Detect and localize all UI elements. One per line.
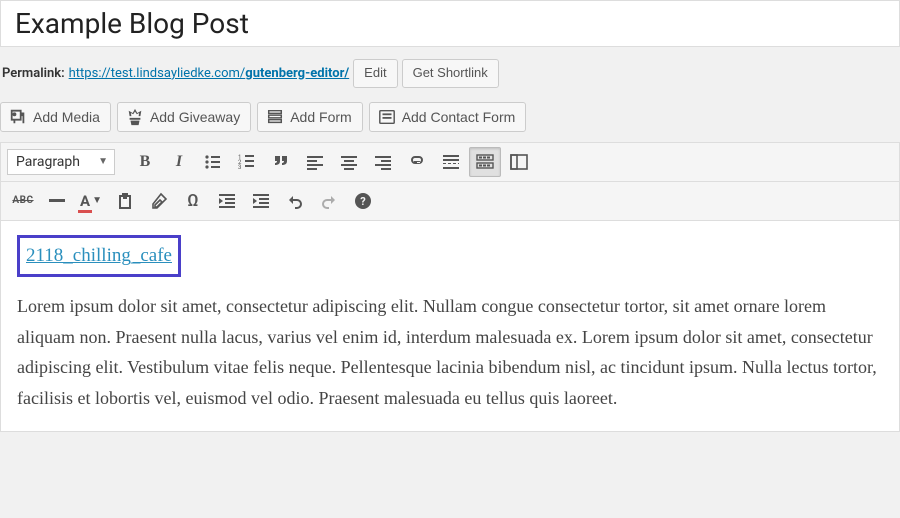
format-select[interactable]: Paragraph [7, 149, 115, 175]
undo-button[interactable] [279, 186, 311, 216]
strikethrough-button[interactable]: ABC [7, 186, 39, 216]
toolbar-toggle-icon [475, 152, 495, 172]
outdent-button[interactable] [211, 186, 243, 216]
edit-permalink-button[interactable]: Edit [353, 59, 397, 88]
redo-button[interactable] [313, 186, 345, 216]
align-center-icon [339, 152, 359, 172]
media-buttons-row: Add Media Add Giveaway Add Form Add Cont… [0, 102, 900, 142]
read-more-button[interactable] [435, 147, 467, 177]
svg-text:T: T [123, 199, 128, 207]
toolbar-toggle-button[interactable] [469, 147, 501, 177]
indent-icon [251, 191, 271, 211]
add-contact-form-button[interactable]: Add Contact Form [369, 102, 527, 132]
help-button[interactable]: ? [347, 186, 379, 216]
align-right-button[interactable] [367, 147, 399, 177]
align-left-icon [305, 152, 325, 172]
shortcode-link[interactable]: 2118_chilling_cafe [26, 245, 172, 266]
align-left-button[interactable] [299, 147, 331, 177]
svg-text:?: ? [360, 195, 366, 208]
quote-icon [271, 152, 291, 172]
link-button[interactable] [401, 147, 433, 177]
align-right-icon [373, 152, 393, 172]
clipboard-icon: T [115, 191, 135, 211]
add-media-button[interactable]: Add Media [0, 102, 111, 132]
permalink-link[interactable]: https://test.lindsayliedke.com/gutenberg… [69, 66, 350, 81]
permalink-label: Permalink: [2, 66, 65, 81]
redo-icon [319, 191, 339, 211]
permalink-row: Permalink: https://test.lindsayliedke.co… [0, 55, 900, 102]
numbered-list-button[interactable]: 123 [231, 147, 263, 177]
editor-panel: Paragraph B I 123 [0, 142, 900, 433]
media-icon [9, 108, 27, 126]
bold-button[interactable]: B [129, 147, 161, 177]
add-form-button[interactable]: Add Form [257, 102, 362, 132]
paste-text-button[interactable]: T [109, 186, 141, 216]
indent-button[interactable] [245, 186, 277, 216]
horizontal-rule-button[interactable] [41, 186, 73, 216]
undo-icon [285, 191, 305, 211]
link-icon [407, 152, 427, 172]
text-color-button[interactable]: A▼ [75, 186, 107, 216]
giveaway-icon [126, 108, 144, 126]
eraser-icon [149, 191, 169, 211]
read-more-icon [441, 152, 461, 172]
help-icon: ? [353, 191, 373, 211]
clear-formatting-button[interactable] [143, 186, 175, 216]
toolbar-row-2: ABC A▼ T Ω ? [1, 182, 899, 221]
contact-form-icon [378, 108, 396, 126]
svg-text:3: 3 [238, 164, 241, 171]
numbered-list-icon: 123 [237, 152, 257, 172]
fullscreen-icon [509, 152, 529, 172]
special-char-button[interactable]: Ω [177, 186, 209, 216]
bullet-list-icon [203, 152, 223, 172]
italic-button[interactable]: I [163, 147, 195, 177]
add-giveaway-button[interactable]: Add Giveaway [117, 102, 251, 132]
shortcode-highlight: 2118_chilling_cafe [17, 235, 181, 277]
editor-content[interactable]: 2118_chilling_cafe Lorem ipsum dolor sit… [1, 221, 899, 432]
toolbar-row-1: Paragraph B I 123 [1, 143, 899, 182]
outdent-icon [217, 191, 237, 211]
get-shortlink-button[interactable]: Get Shortlink [402, 59, 499, 88]
fullscreen-button[interactable] [503, 147, 535, 177]
post-title-input[interactable]: Example Blog Post [0, 0, 900, 47]
post-title-text: Example Blog Post [15, 7, 885, 40]
bullet-list-button[interactable] [197, 147, 229, 177]
align-center-button[interactable] [333, 147, 365, 177]
form-icon [266, 108, 284, 126]
paragraph-text: Lorem ipsum dolor sit amet, consectetur … [17, 291, 883, 413]
blockquote-button[interactable] [265, 147, 297, 177]
